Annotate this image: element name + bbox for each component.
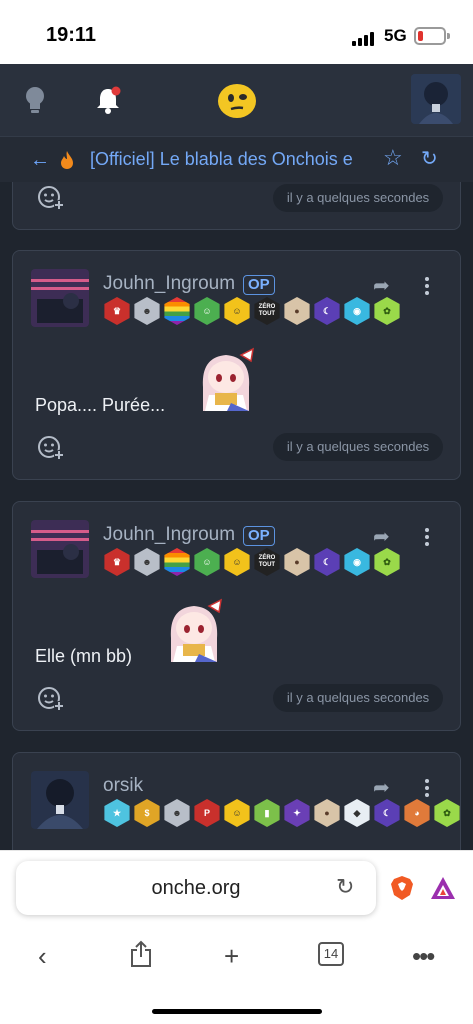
mask-badge: ☻ xyxy=(134,548,160,576)
add-reaction-icon[interactable] xyxy=(37,435,65,461)
dog-badge: ● xyxy=(284,297,310,325)
beer-badge: ▮ xyxy=(254,799,280,827)
post-text: Elle (mn bb) xyxy=(35,646,133,666)
address-bar[interactable]: onche.org ↻ xyxy=(16,861,376,915)
more-options-icon[interactable] xyxy=(423,277,431,298)
share-icon[interactable]: ➦ xyxy=(373,524,390,549)
status-time: 19:11 xyxy=(46,24,97,46)
author-avatar[interactable] xyxy=(31,269,89,327)
add-reaction-icon[interactable] xyxy=(37,185,65,211)
user-avatar[interactable] xyxy=(411,74,461,124)
topic-title[interactable]: [Officiel] Le blabla des Onchois e xyxy=(90,149,374,170)
app-header xyxy=(0,64,473,136)
zero-tout-badge: ZÉRO TOUT xyxy=(254,548,280,576)
santa-badge: ☺ xyxy=(194,548,220,576)
anime-sticker-image xyxy=(170,598,222,662)
post-text: Popa.... Purée... xyxy=(35,395,166,415)
home-indicator xyxy=(152,1009,322,1014)
badge-row: ♛ ☻ ☺ ☺ ZÉRO TOUT ● ☾ ◉ ✿ xyxy=(103,297,401,325)
post-timestamp: il y a quelques secondes xyxy=(273,684,443,712)
onche-logo-icon[interactable] xyxy=(217,82,257,120)
post-timestamp: il y a quelques secondes xyxy=(273,433,443,461)
rainbow-badge xyxy=(164,548,190,576)
more-menu-button[interactable]: ••• xyxy=(412,941,435,972)
zero-tout-badge: ZÉRO TOUT xyxy=(254,297,280,325)
crown-badge: ♛ xyxy=(104,297,130,325)
post-card: orsik ➦ ★ $ ☻ P ☺ ▮ ✦ ● ◆ ☾ ◕ ✿ xyxy=(12,752,461,850)
moon-badge: ☾ xyxy=(314,548,340,576)
fire-icon xyxy=(61,151,73,169)
brave-shield-icon[interactable] xyxy=(390,875,414,901)
url-text[interactable]: onche.org xyxy=(16,877,376,900)
post-card: Jouhn_Ingroum OP ➦ ♛ ☻ ☺ ☺ ZÉRO TOUT ● ☾… xyxy=(12,250,461,480)
share-button[interactable] xyxy=(130,940,152,968)
tabs-count-button[interactable]: 14 xyxy=(318,942,344,966)
dog-badge: ● xyxy=(314,799,340,827)
anime-sticker-image xyxy=(202,347,254,411)
bell-icon[interactable] xyxy=(96,86,122,114)
lightbulb-icon[interactable] xyxy=(24,86,46,116)
badge-row: ♛ ☻ ☺ ☺ ZÉRO TOUT ● ☾ ◉ ✿ xyxy=(103,548,401,576)
share-icon[interactable]: ➦ xyxy=(373,775,390,800)
post-card: il y a quelques secondes xyxy=(12,182,461,230)
dog-badge: ● xyxy=(284,548,310,576)
dollar-badge: $ xyxy=(134,799,160,827)
status-bar: 19:11 5G xyxy=(0,0,473,64)
rainbow-badge xyxy=(164,297,190,325)
post-card: Jouhn_Ingroum OP ➦ ♛ ☻ ☺ ☺ ZÉRO TOUT ● ☾… xyxy=(12,501,461,731)
signal-icon xyxy=(352,30,378,46)
star-badge: ★ xyxy=(104,799,130,827)
cat-badge: ✿ xyxy=(374,548,400,576)
crown-badge: ♛ xyxy=(104,548,130,576)
more-options-icon[interactable] xyxy=(423,528,431,549)
moon-badge: ☾ xyxy=(374,799,400,827)
favorite-star-icon[interactable]: ☆ xyxy=(383,145,403,171)
gamepad-badge: ◉ xyxy=(344,548,370,576)
mask-badge: ☻ xyxy=(134,297,160,325)
p-badge: P xyxy=(194,799,220,827)
new-tab-button[interactable]: + xyxy=(224,941,239,972)
back-arrow-icon[interactable]: ← xyxy=(30,149,50,172)
palette-badge: ◕ xyxy=(404,799,430,827)
more-options-icon[interactable] xyxy=(423,779,431,800)
refresh-icon[interactable]: ↻ xyxy=(421,146,438,171)
battery-icon xyxy=(414,27,450,45)
cat-badge: ✿ xyxy=(434,799,460,827)
smiley-badge: ☺ xyxy=(224,548,250,576)
reload-icon[interactable]: ↻ xyxy=(336,874,354,900)
mask-badge: ☻ xyxy=(164,799,190,827)
author-username[interactable]: orsik xyxy=(103,775,143,797)
post-timestamp: il y a quelques secondes xyxy=(273,184,443,212)
topic-bar: ← [Officiel] Le blabla des Onchois e ☆ ↻ xyxy=(0,136,473,182)
post-feed[interactable]: il y a quelques secondes Jouhn_Ingroum O… xyxy=(0,182,473,850)
bat-rewards-icon[interactable] xyxy=(430,876,456,900)
back-button[interactable]: ‹ xyxy=(38,941,47,972)
browser-toolbar: onche.org ↻ ‹ + 14 ••• xyxy=(0,850,473,1024)
badge-row: ★ $ ☻ P ☺ ▮ ✦ ● ◆ ☾ ◕ ✿ xyxy=(103,799,461,827)
gamepad-badge: ◉ xyxy=(344,297,370,325)
author-avatar[interactable] xyxy=(31,771,89,829)
smiley-badge: ☺ xyxy=(224,297,250,325)
smiley-badge: ☺ xyxy=(224,799,250,827)
wizard-badge: ✦ xyxy=(284,799,310,827)
add-reaction-icon[interactable] xyxy=(37,686,65,712)
share-icon[interactable]: ➦ xyxy=(373,273,390,298)
author-avatar[interactable] xyxy=(31,520,89,578)
cat-badge: ✿ xyxy=(374,297,400,325)
santa-badge: ☺ xyxy=(194,297,220,325)
husky-badge: ◆ xyxy=(344,799,370,827)
op-badge: OP xyxy=(243,526,275,546)
author-username[interactable]: Jouhn_Ingroum xyxy=(103,524,235,546)
author-username[interactable]: Jouhn_Ingroum xyxy=(103,273,235,295)
network-label: 5G xyxy=(384,26,407,45)
moon-badge: ☾ xyxy=(314,297,340,325)
op-badge: OP xyxy=(243,275,275,295)
